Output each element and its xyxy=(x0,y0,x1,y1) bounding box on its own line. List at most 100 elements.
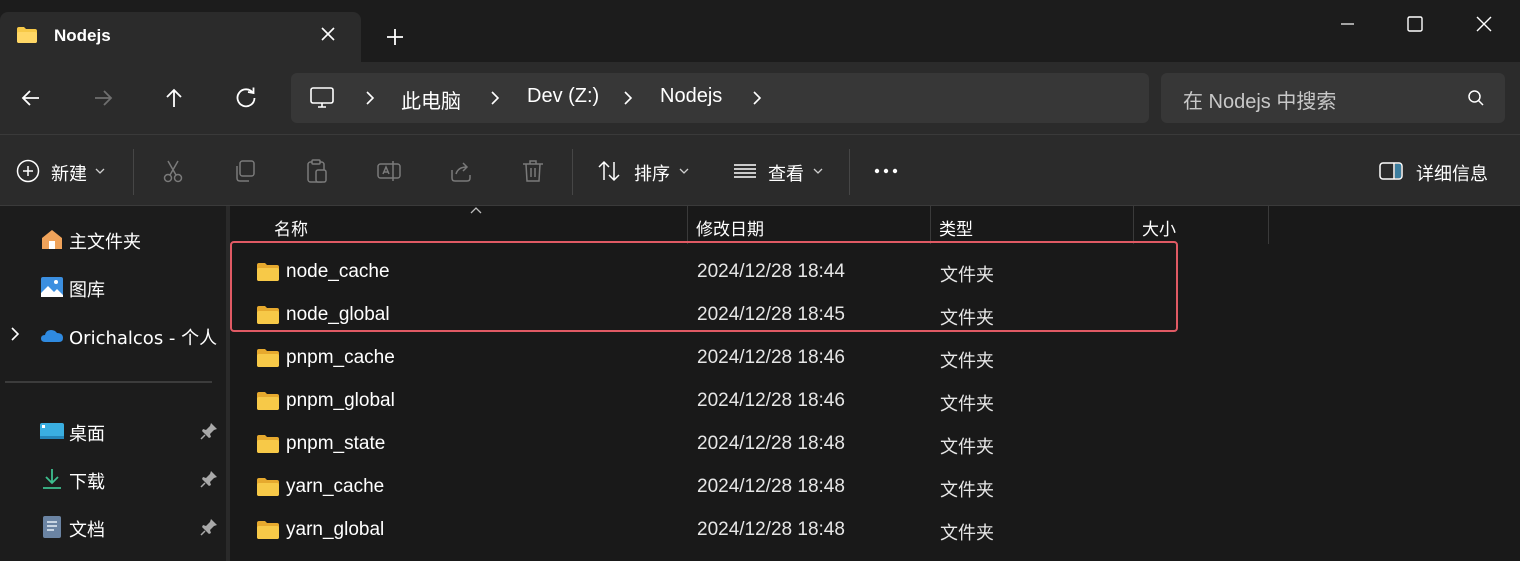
file-type: 文件夹 xyxy=(940,523,994,544)
up-icon[interactable] xyxy=(160,84,188,112)
paste-icon[interactable] xyxy=(304,158,330,184)
add-circle-icon xyxy=(16,159,40,183)
separator xyxy=(133,149,134,195)
sidebar-item-gallery[interactable]: 图库 xyxy=(0,266,226,306)
share-icon[interactable] xyxy=(448,158,474,184)
computer-icon[interactable] xyxy=(309,86,335,110)
table-row[interactable]: pnpm_state 2024/12/28 18:48 文件夹 xyxy=(230,423,1520,466)
chevron-right-icon[interactable] xyxy=(750,90,764,106)
chevron-right-icon[interactable] xyxy=(363,90,377,106)
forward-icon[interactable] xyxy=(89,84,117,112)
file-name[interactable]: pnpm_global xyxy=(286,390,395,412)
file-name[interactable]: pnpm_cache xyxy=(286,347,395,369)
chevron-down-icon xyxy=(679,168,689,174)
column-header-modified[interactable]: 修改日期 xyxy=(688,206,930,244)
table-row[interactable]: pnpm_cache 2024/12/28 18:46 文件夹 xyxy=(230,337,1520,380)
minimize-icon[interactable] xyxy=(1325,8,1369,40)
chevron-down-icon xyxy=(95,168,105,174)
sidebar-item-downloads[interactable]: 下载 xyxy=(0,458,226,498)
refresh-icon[interactable] xyxy=(232,84,260,112)
search-box[interactable]: 在 Nodejs 中搜索 xyxy=(1161,73,1505,123)
column-divider[interactable] xyxy=(1268,206,1269,244)
file-modified-date: 2024/12/28 18:48 xyxy=(697,519,845,540)
sort-icon xyxy=(598,160,620,182)
title-bar: Nodejs xyxy=(0,0,1520,62)
folder-icon xyxy=(256,434,280,454)
command-bar: 新建 排序 查看 详细信息 xyxy=(0,134,1520,206)
folder-icon xyxy=(256,391,280,411)
back-icon[interactable] xyxy=(17,84,45,112)
folder-icon xyxy=(256,477,280,497)
sidebar-item-label: 文档 xyxy=(69,520,105,541)
new-button[interactable]: 新建 xyxy=(0,135,120,207)
file-list: 名称 修改日期 类型 大小 node_cache 2024/12/28 18:44… xyxy=(230,206,1520,561)
new-label: 新建 xyxy=(51,164,87,185)
onedrive-icon xyxy=(41,330,63,342)
file-name[interactable]: pnpm_state xyxy=(286,433,385,455)
file-modified-date: 2024/12/28 18:48 xyxy=(697,476,845,497)
sidebar-item-label: 主文件夹 xyxy=(69,232,141,253)
rename-icon[interactable] xyxy=(376,158,402,184)
sidebar-item-documents[interactable]: 文档 xyxy=(0,506,226,546)
pin-icon[interactable] xyxy=(200,470,218,488)
details-label: 详细信息 xyxy=(1416,164,1488,185)
divider xyxy=(5,381,212,383)
file-name[interactable]: yarn_cache xyxy=(286,476,384,498)
chevron-right-icon[interactable] xyxy=(488,90,502,106)
close-window-icon[interactable] xyxy=(1462,8,1506,40)
breadcrumb-nodejs[interactable]: Nodejs xyxy=(660,85,722,108)
table-row[interactable]: yarn_global 2024/12/28 18:48 文件夹 xyxy=(230,509,1520,552)
sidebar-item-desktop[interactable]: 桌面 xyxy=(0,410,226,450)
file-modified-date: 2024/12/28 18:46 xyxy=(697,347,845,368)
details-pane-button[interactable]: 详细信息 xyxy=(1378,135,1498,207)
cut-icon[interactable] xyxy=(160,158,186,184)
navigation-pane: 主文件夹 图库 Orichalcos - 个人 桌面 下载 文档 xyxy=(0,206,226,561)
sidebar-item-home[interactable]: 主文件夹 xyxy=(0,218,226,258)
column-header-size[interactable]: 大小 xyxy=(1134,206,1268,244)
column-header-type[interactable]: 类型 xyxy=(931,206,1133,244)
pin-icon[interactable] xyxy=(200,422,218,440)
sidebar-item-label: Orichalcos - 个人 xyxy=(69,328,218,349)
sidebar-item-onedrive[interactable]: Orichalcos - 个人 xyxy=(0,314,226,354)
breadcrumb-drive[interactable]: Dev (Z:) xyxy=(527,85,599,108)
sidebar-item-label: 图库 xyxy=(69,280,105,301)
document-icon xyxy=(43,516,61,538)
file-modified-date: 2024/12/28 18:46 xyxy=(697,390,845,411)
new-tab-icon[interactable] xyxy=(382,24,408,50)
chevron-right-icon[interactable] xyxy=(621,90,635,106)
view-label: 查看 xyxy=(768,164,804,185)
desktop-icon xyxy=(40,423,64,439)
breadcrumb-this-pc[interactable]: 此电脑 xyxy=(401,85,461,114)
table-row[interactable]: pnpm_global 2024/12/28 18:46 文件夹 xyxy=(230,380,1520,423)
chevron-right-icon[interactable] xyxy=(8,326,22,342)
table-row[interactable]: yarn_cache 2024/12/28 18:48 文件夹 xyxy=(230,466,1520,509)
folder-icon xyxy=(256,520,280,540)
file-type: 文件夹 xyxy=(940,394,994,415)
breadcrumb[interactable]: 此电脑 Dev (Z:) Nodejs xyxy=(291,73,1149,123)
separator xyxy=(572,149,573,195)
column-header-name[interactable]: 名称 xyxy=(266,206,686,244)
gallery-icon xyxy=(41,277,63,297)
close-tab-icon[interactable] xyxy=(318,24,338,44)
sidebar-item-label: 桌面 xyxy=(69,424,105,445)
download-icon xyxy=(43,469,61,489)
file-name[interactable]: yarn_global xyxy=(286,519,384,541)
file-type: 文件夹 xyxy=(940,437,994,458)
tab-title: Nodejs xyxy=(54,26,111,45)
view-button[interactable]: 查看 xyxy=(728,135,838,207)
copy-icon[interactable] xyxy=(232,158,258,184)
pin-icon[interactable] xyxy=(200,518,218,536)
sort-button[interactable]: 排序 xyxy=(590,135,700,207)
maximize-icon[interactable] xyxy=(1393,8,1437,40)
tab-nodejs[interactable]: Nodejs xyxy=(0,12,361,62)
chevron-down-icon xyxy=(813,168,823,174)
delete-icon[interactable] xyxy=(520,158,546,184)
search-icon[interactable] xyxy=(1467,89,1485,107)
file-type: 文件夹 xyxy=(940,480,994,501)
file-type: 文件夹 xyxy=(940,351,994,372)
more-options-icon[interactable] xyxy=(873,158,899,184)
folder-icon xyxy=(17,27,37,43)
view-list-icon xyxy=(734,164,756,178)
search-placeholder[interactable]: 在 Nodejs 中搜索 xyxy=(1183,85,1336,114)
sidebar-item-label: 下载 xyxy=(69,472,105,493)
